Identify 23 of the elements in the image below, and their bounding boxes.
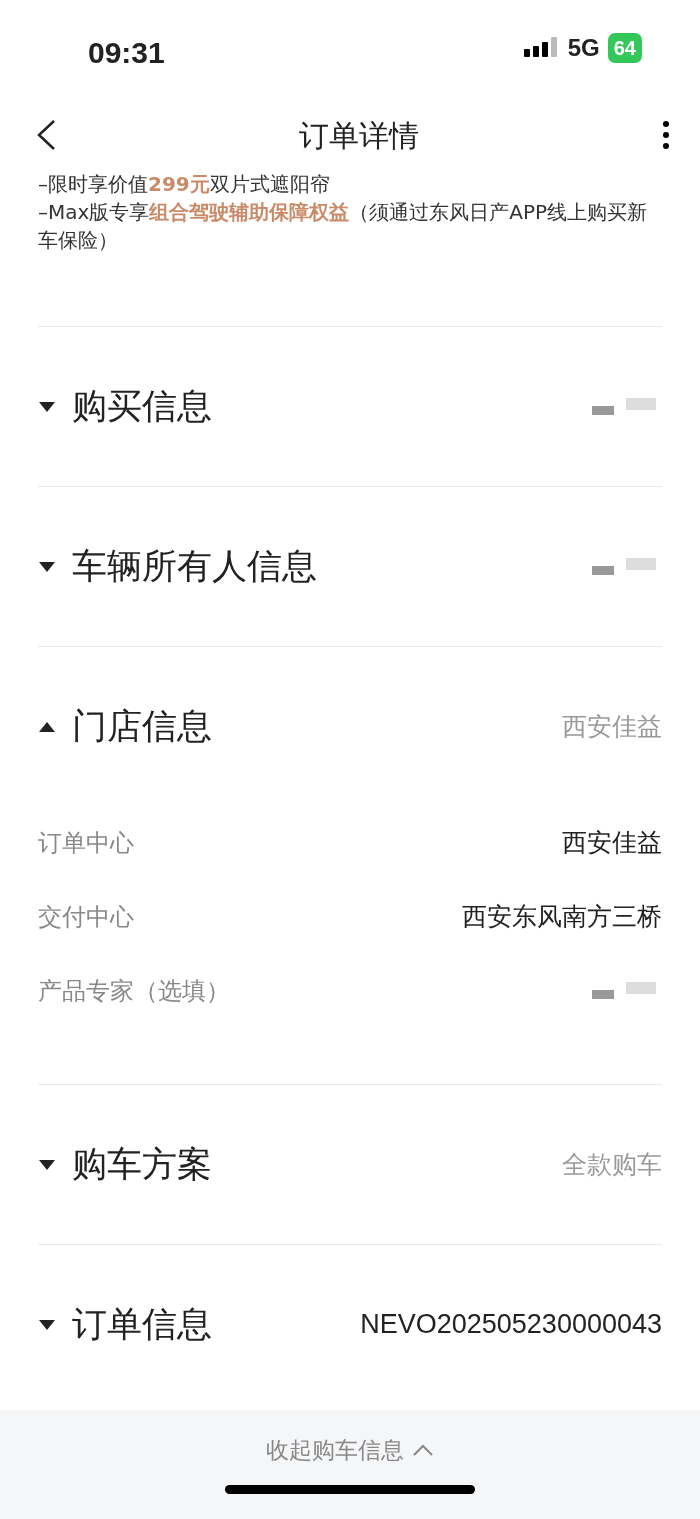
back-icon[interactable] [36, 119, 56, 151]
note-text: –限时享价值299元双片式遮阳帘 [38, 171, 331, 198]
section-title[interactable]: 订单信息 [72, 1298, 212, 1351]
field-value: 西安佳益 [562, 827, 662, 860]
note-text: –Max版专享组合驾驶辅助保障权益（须通过东风日产APP线上购买新车保险） [38, 199, 649, 254]
status-time: 09:31 [88, 35, 165, 71]
section-title[interactable]: 车辆所有人信息 [72, 540, 317, 593]
section-title[interactable]: 门店信息 [72, 700, 212, 753]
more-icon[interactable] [662, 120, 670, 150]
section-title[interactable]: 购买信息 [72, 380, 212, 433]
field-label: 产品专家（选填） [38, 976, 230, 1007]
page-title: 订单详情 [299, 116, 419, 155]
field-label: 交付中心 [38, 902, 134, 933]
battery-level: 64 [607, 33, 642, 63]
field-value: 西安东风南方三桥 [462, 901, 662, 934]
field-label: 订单中心 [38, 828, 134, 859]
signal-icon [523, 37, 560, 59]
network-label: 5G [567, 33, 600, 63]
section-value: 全款购车 [562, 1148, 662, 1181]
section-title[interactable]: 购车方案 [72, 1138, 212, 1191]
chevron-up-icon [412, 1443, 434, 1458]
section-value: NEVO202505230000043 [360, 1308, 662, 1342]
section-value: 西安佳益 [562, 710, 662, 743]
